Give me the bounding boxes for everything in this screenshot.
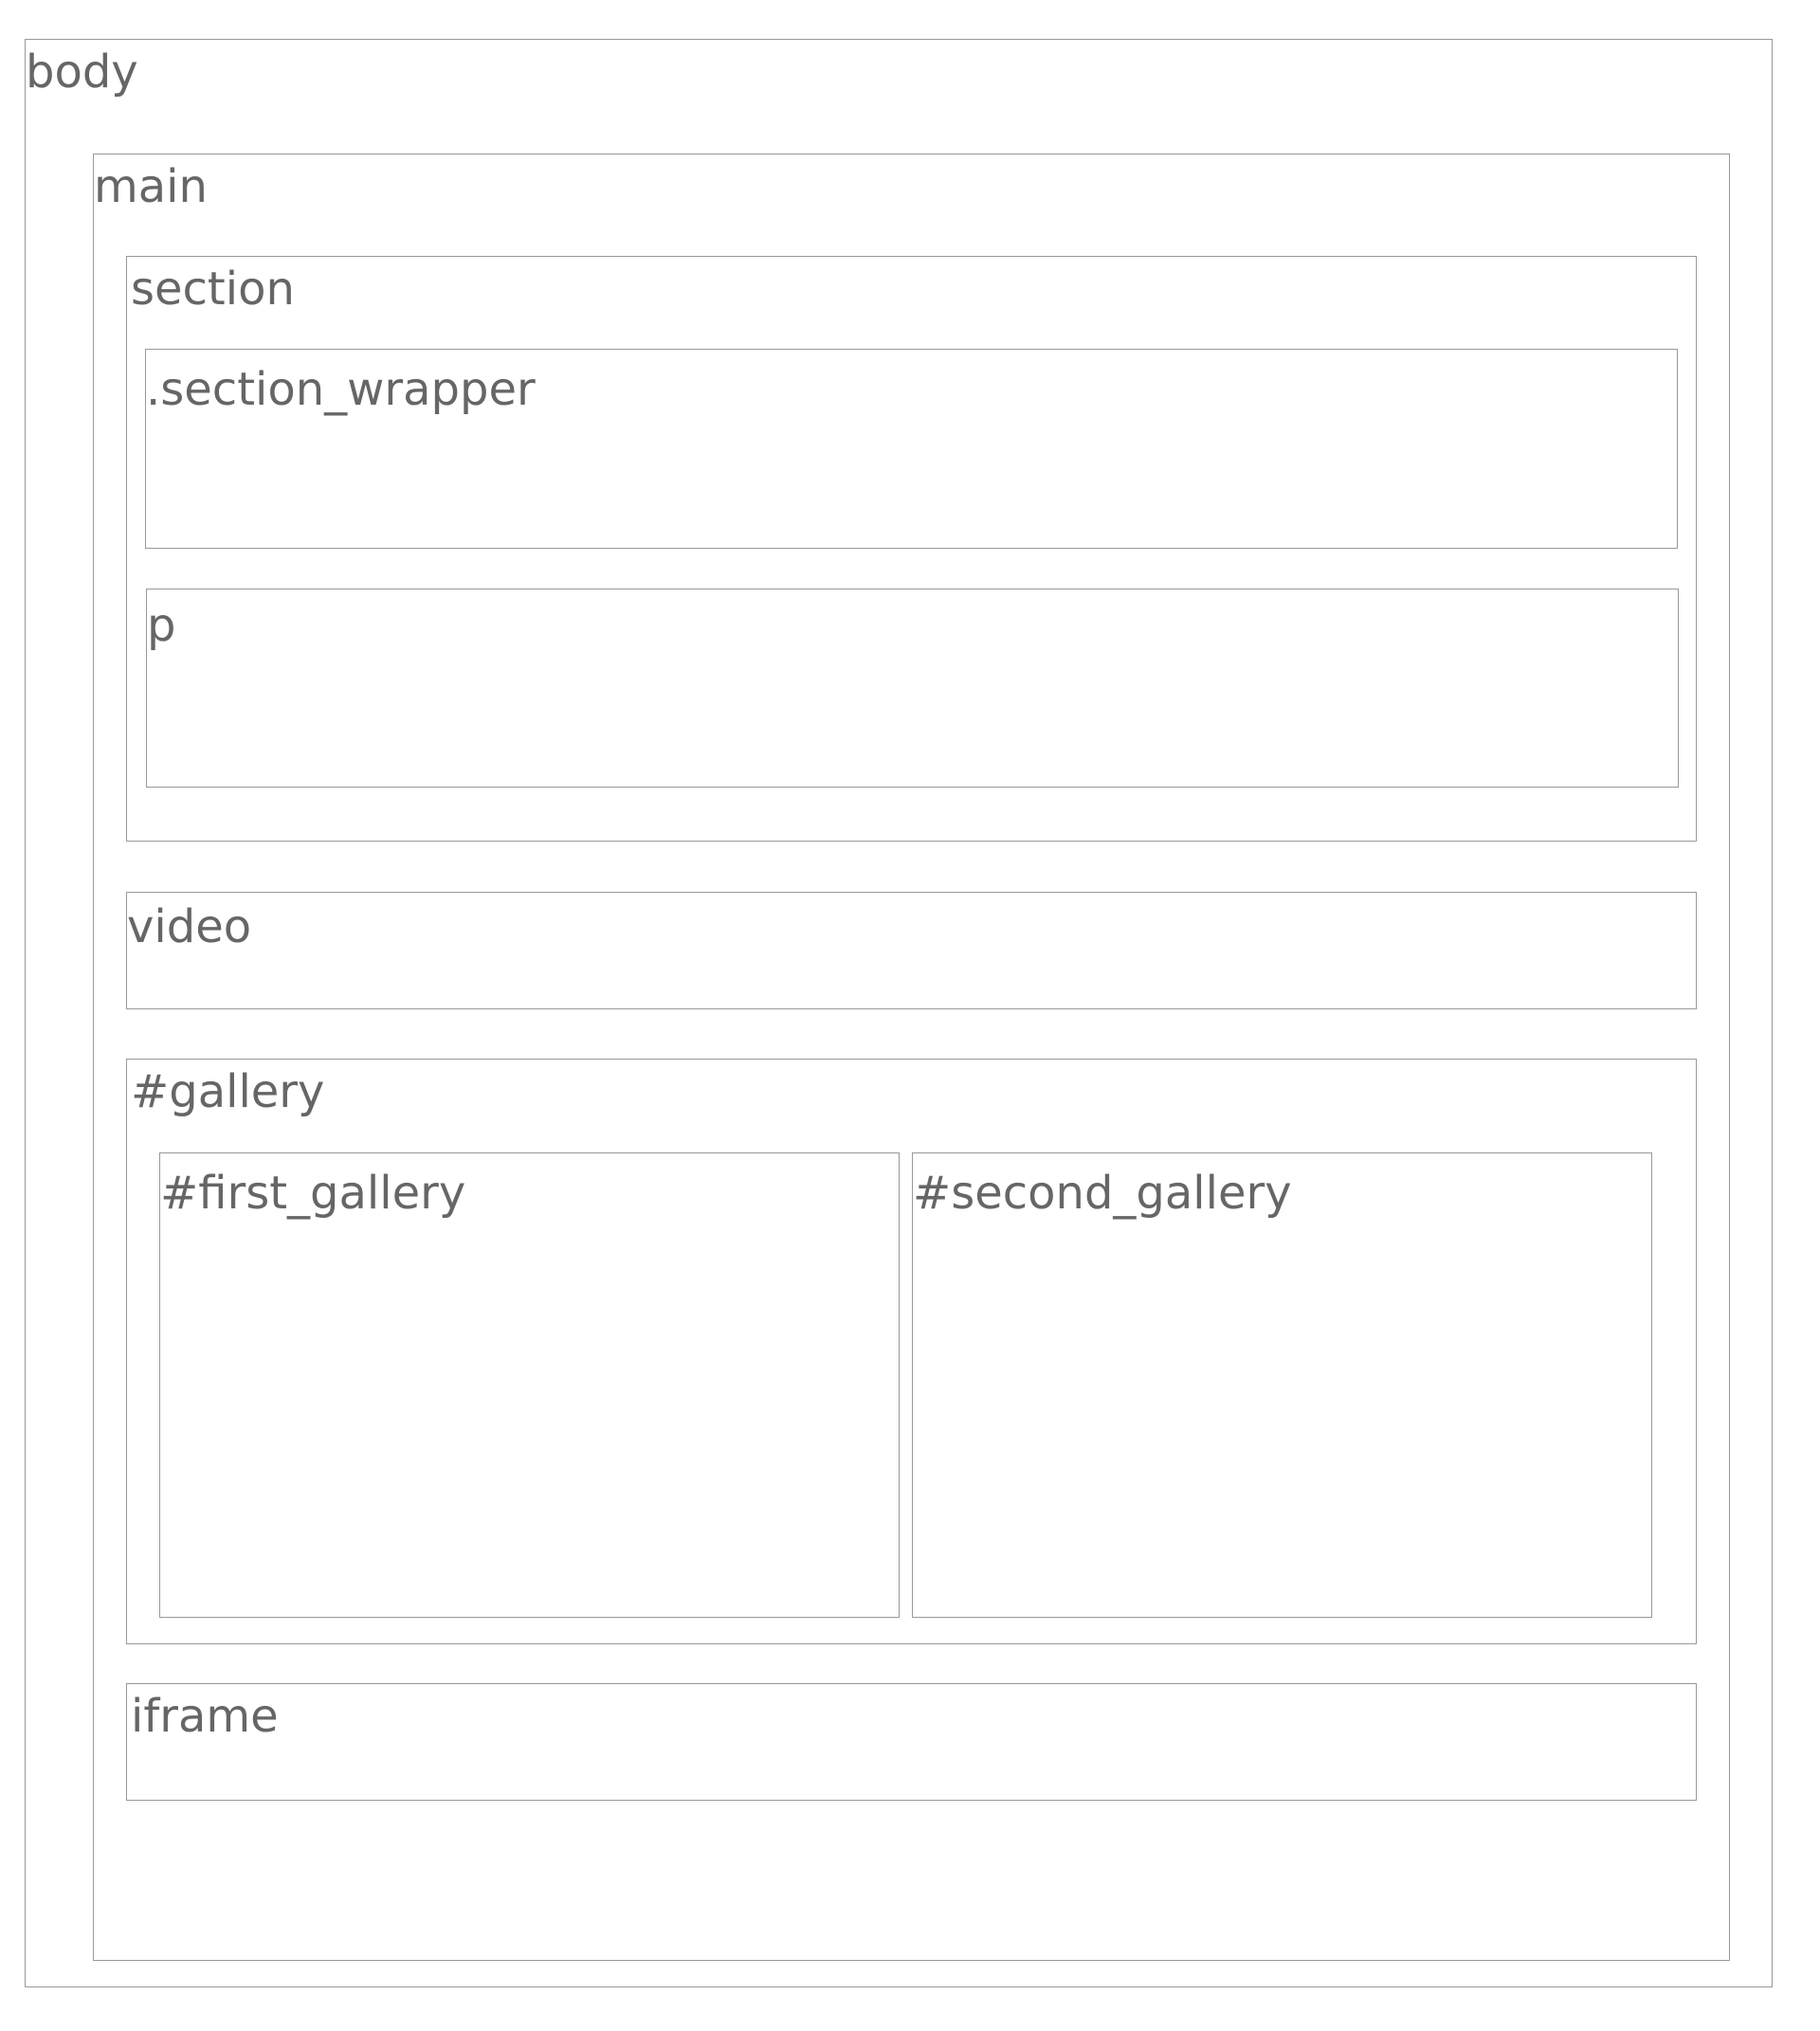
section-label: section <box>131 263 295 316</box>
layout-diagram: body main section .section_wrapper p vid… <box>0 0 1820 2031</box>
main-label: main <box>94 160 208 213</box>
paragraph-box: p <box>146 589 1679 788</box>
iframe-box: iframe <box>126 1683 1697 1801</box>
first-gallery-label: #first_gallery <box>160 1167 466 1220</box>
paragraph-label: p <box>147 599 176 652</box>
first-gallery-box: #first_gallery <box>159 1152 900 1618</box>
iframe-label: iframe <box>131 1690 279 1743</box>
video-label: video <box>127 900 252 953</box>
gallery-label: #gallery <box>131 1065 325 1118</box>
second-gallery-box: #second_gallery <box>912 1152 1652 1618</box>
video-box: video <box>126 892 1697 1009</box>
second-gallery-label: #second_gallery <box>913 1167 1292 1220</box>
body-label: body <box>26 45 138 99</box>
section-wrapper-label: .section_wrapper <box>146 363 536 416</box>
section-wrapper-box: .section_wrapper <box>145 349 1678 549</box>
